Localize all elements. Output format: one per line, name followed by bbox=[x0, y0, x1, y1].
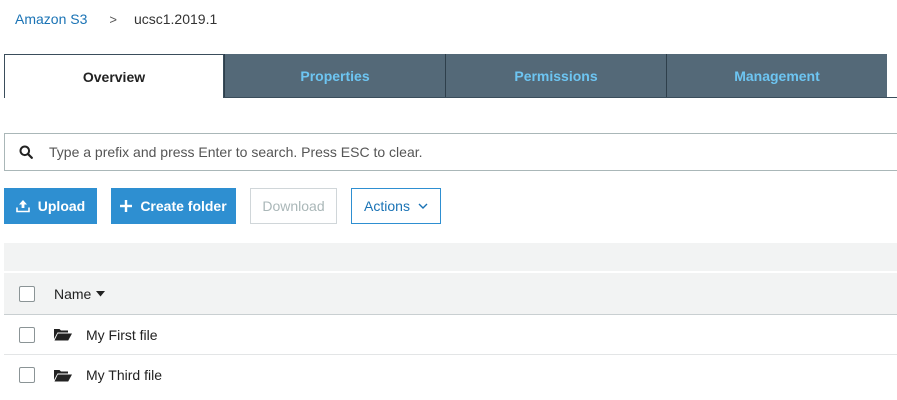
upload-icon bbox=[15, 199, 30, 213]
table-header-row: Name bbox=[4, 273, 897, 315]
breadcrumb-amazon-s3-link[interactable]: Amazon S3 bbox=[15, 11, 87, 27]
prefix-search-box bbox=[4, 133, 897, 171]
tab-permissions[interactable]: Permissions bbox=[445, 54, 666, 97]
s3-bucket-page: Amazon S3 > ucsc1.2019.1 Overview Proper… bbox=[0, 0, 897, 400]
row-checkbox[interactable] bbox=[19, 367, 35, 383]
create-folder-button[interactable]: Create folder bbox=[111, 188, 236, 224]
create-folder-button-label: Create folder bbox=[140, 198, 227, 214]
name-column-label: Name bbox=[54, 285, 92, 302]
breadcrumb-separator: > bbox=[109, 11, 117, 27]
row-checkbox[interactable] bbox=[19, 326, 35, 343]
name-column-header[interactable]: Name bbox=[54, 285, 106, 302]
chevron-down-icon bbox=[418, 203, 428, 210]
folder-open-icon bbox=[54, 328, 72, 341]
object-name-cell: My First file bbox=[54, 327, 158, 343]
table-row[interactable]: My Third file bbox=[4, 355, 897, 395]
breadcrumb-current-bucket: ucsc1.2019.1 bbox=[133, 11, 218, 27]
folder-open-icon bbox=[54, 369, 72, 382]
search-icon bbox=[5, 145, 47, 159]
select-all-checkbox[interactable] bbox=[19, 285, 35, 302]
bucket-tabs: Overview Properties Permissions Manageme… bbox=[4, 54, 897, 98]
tab-properties[interactable]: Properties bbox=[224, 54, 445, 97]
table-row[interactable]: My First file bbox=[4, 315, 897, 355]
breadcrumb: Amazon S3 > ucsc1.2019.1 bbox=[15, 10, 217, 28]
object-name-link[interactable]: My Third file bbox=[86, 367, 162, 383]
object-name-link[interactable]: My First file bbox=[86, 327, 158, 343]
object-name-cell: My Third file bbox=[54, 367, 162, 383]
tab-overview[interactable]: Overview bbox=[4, 54, 224, 98]
plus-icon bbox=[120, 200, 133, 212]
upload-button[interactable]: Upload bbox=[4, 188, 97, 224]
download-button[interactable]: Download bbox=[250, 188, 337, 224]
objects-table: Name My First file My Third file bbox=[4, 273, 897, 395]
sort-caret-down-icon bbox=[96, 290, 106, 297]
actions-dropdown-button[interactable]: Actions bbox=[351, 188, 441, 224]
upload-button-label: Upload bbox=[37, 198, 86, 214]
table-top-bar bbox=[4, 243, 897, 271]
prefix-search-input[interactable] bbox=[47, 137, 897, 167]
actions-button-label: Actions bbox=[364, 198, 410, 214]
tab-management[interactable]: Management bbox=[666, 54, 887, 97]
